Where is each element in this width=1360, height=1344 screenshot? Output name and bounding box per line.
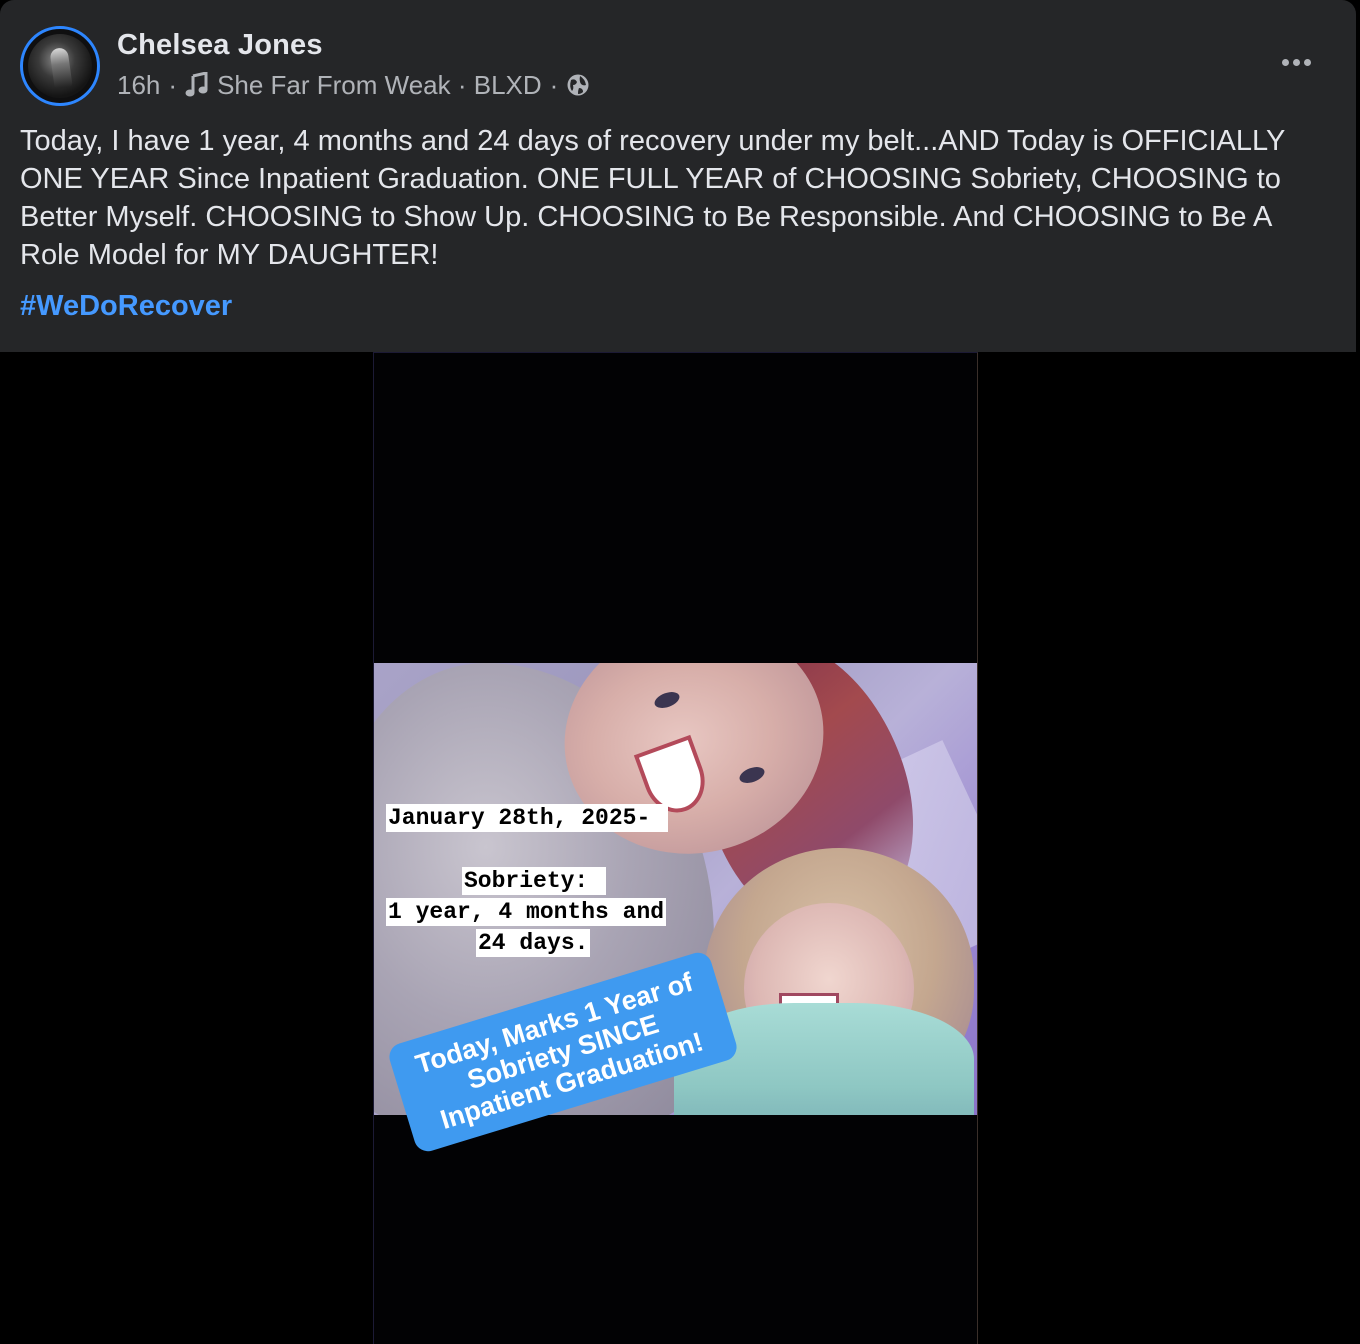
facebook-post: Chelsea Jones 16h · She Far From Weak · … — [0, 0, 1360, 1344]
caption-duration: 1 year, 4 months and — [386, 898, 667, 926]
more-options-icon[interactable] — [1272, 46, 1320, 78]
more-dot — [1292, 58, 1300, 66]
post-body-text: Today, I have 1 year, 4 months and 24 da… — [20, 125, 1285, 271]
music-note-icon — [185, 71, 209, 98]
avatar[interactable] — [20, 26, 100, 106]
song-credit[interactable]: She Far From Weak · BLXD — [217, 70, 542, 101]
hashtag-link[interactable]: #WeDoRecover — [20, 290, 232, 323]
author-name[interactable]: Chelsea Jones — [117, 29, 323, 62]
more-dot — [1303, 58, 1311, 66]
meta-separator: · — [168, 69, 178, 100]
post-timestamp[interactable]: 16h — [117, 70, 160, 101]
caption-sobriety: Sobriety: — [462, 867, 607, 895]
more-dot — [1281, 58, 1289, 66]
globe-icon[interactable] — [566, 73, 590, 97]
avatar-photo — [28, 34, 92, 98]
meta-separator: · — [549, 69, 559, 100]
post-header: Chelsea Jones 16h · She Far From Weak · … — [0, 0, 1356, 352]
caption-days: 24 days. — [476, 929, 591, 957]
post-meta: 16h · She Far From Weak · BLXD · — [117, 68, 590, 102]
avatar-figure — [49, 46, 73, 90]
caption-date: January 28th, 2025- — [386, 804, 669, 832]
